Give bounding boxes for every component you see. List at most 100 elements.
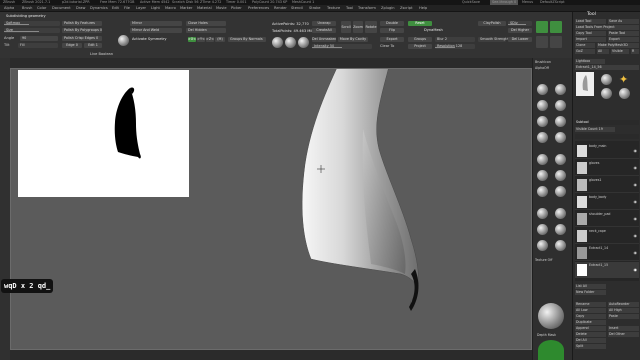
eye-icon[interactable]: ◉ [634,250,638,255]
size-slider[interactable]: Size [4,28,60,33]
polish-features-button[interactable]: Polish By Features [62,21,102,26]
menu-render[interactable]: Render [274,5,287,12]
menu-draw[interactable]: Draw [76,5,85,12]
project-button[interactable]: Project [408,44,432,49]
tool-thumb-current[interactable] [576,72,594,96]
brush-clipcurve-icon[interactable] [555,208,566,219]
export-tool-button[interactable]: Export [608,37,639,42]
all-button[interactable]: All [597,49,609,54]
symmetry-y-button[interactable]: >Y< [197,37,205,42]
brush-extra-icon[interactable] [555,240,566,251]
del-higher-button[interactable]: Del Higher [508,28,532,33]
export-button[interactable]: Export [380,37,404,42]
create-all-button[interactable]: CreateAll [312,28,336,33]
menu-movie[interactable]: Movie [216,5,227,12]
flip-button[interactable]: Flip [380,28,404,33]
r-button[interactable]: R [631,49,639,54]
dynamesh-button[interactable]: DynaMesh [424,28,443,33]
tool-thumb-sphere3d[interactable] [601,74,612,85]
brush-extra-icon[interactable] [537,224,548,235]
brush-extra-icon[interactable] [555,224,566,235]
tool-thumb-extract[interactable] [619,88,630,99]
copy-tool-button[interactable]: Copy Tool [575,31,606,36]
star-icon[interactable]: ✦ [619,74,631,86]
polish-polygroups-slider[interactable]: Polish By Polygroups 0 [62,28,102,33]
delete-button[interactable]: Delete [575,332,606,337]
double-button[interactable]: Double [380,21,404,26]
menu-brush[interactable]: Brush [22,5,32,12]
subtool-row[interactable]: body_main ◉ [575,143,639,159]
append-button[interactable]: Append [575,326,606,331]
import-button[interactable]: Import [575,37,606,42]
perspective-button[interactable] [550,21,562,33]
menu-material[interactable]: Material [197,5,212,12]
del-unmasked-button[interactable]: Del Unmasked [312,37,336,42]
menu-document[interactable]: Document [52,5,71,12]
reset-button[interactable]: Reset [408,21,432,26]
rotate-button[interactable]: Rotate [365,21,377,33]
subtool-header[interactable]: Subtool [575,120,639,125]
move-by-cavity-button[interactable]: Move By Cavity [338,37,368,42]
brush-selectrect-icon[interactable] [555,170,566,181]
resolution-slider[interactable]: Resolution 128 [435,44,475,49]
duplicate-button[interactable]: Duplicate [575,320,606,325]
del-all-button[interactable]: Del All [575,338,606,343]
live-boolean-label[interactable]: Live Boolean [90,52,113,57]
activate-symmetry-button[interactable]: Activate Symmetry [132,37,167,42]
split-button[interactable]: Split [575,344,606,349]
current-tool-name[interactable]: Extract1_14_56 [575,65,639,70]
clone-button[interactable]: Clone [575,43,595,48]
eye-icon[interactable]: ◉ [634,233,638,238]
brush-snakehook-icon[interactable] [555,132,566,143]
brush-smooth-icon[interactable] [537,154,548,165]
eye-icon[interactable]: ◉ [634,148,638,153]
all-high-button[interactable]: All High [608,308,639,313]
brush-claybuildup-icon[interactable] [537,100,548,111]
material-sphere-icon[interactable] [285,37,296,48]
menu-zscript[interactable]: Zscript [400,5,412,12]
insert-button[interactable]: Insert [608,326,639,331]
texture-label[interactable]: Texture Off [535,258,552,263]
eye-icon[interactable]: ◉ [634,182,638,187]
unwrap-button[interactable]: Unwrap [312,21,336,26]
intensity-slider[interactable]: Intensity 50 [312,44,372,49]
load-tools-from-project-button[interactable]: Load Tools From Project [575,25,639,30]
edit-slider[interactable]: Edit 1 [84,43,102,48]
angle-field[interactable]: 90 [20,36,58,41]
polish-crisp-slider[interactable]: Polish Crisp Edges 0 [62,36,102,41]
visible-button[interactable]: Visible [611,49,629,54]
paste-tool-button[interactable]: Paste Tool [608,31,639,36]
menu-file[interactable]: File [124,5,130,12]
menu-help[interactable]: Help [419,5,427,12]
frame-button[interactable] [536,21,548,33]
subtool-filter-row[interactable] [575,134,639,139]
local-button[interactable] [550,36,562,48]
floor-button[interactable] [536,36,548,48]
symmetry-x-button[interactable]: >X< [188,37,196,42]
load-tool-button[interactable]: Load Tool [575,19,606,24]
del-other-button[interactable]: Del Other [608,332,639,337]
rename-button[interactable]: Rename [575,302,606,307]
menu-preferences[interactable]: Preferences [248,5,269,12]
brush-zmodeler-icon[interactable] [555,186,566,197]
auto-reorder-button[interactable]: AutoReorder [608,302,639,307]
subtool-row[interactable]: body_body ◉ [575,194,639,210]
menu-layer[interactable]: Layer [136,5,146,12]
lightbox-tools-button[interactable]: Lightbox [575,59,605,64]
mirror-weld-button[interactable]: Mirror And Weld [130,28,182,33]
tool-thumb-simplebrush[interactable] [601,88,612,99]
brush-extra-icon[interactable] [537,240,548,251]
menu-alpha[interactable]: Alpha [4,5,14,12]
del-hidden-button[interactable]: Del Hidden [186,28,226,33]
menu-picker[interactable]: Picker [231,5,242,12]
subtool-row[interactable]: neck_cape ◉ [575,228,639,244]
copy-button[interactable]: Copy [575,314,606,319]
subtool-row[interactable]: shoulder_pad ◉ [575,211,639,227]
subtool-row[interactable]: gloves1 ◉ [575,177,639,193]
symmetry-m-button[interactable]: (M) [215,37,225,42]
menu-marker[interactable]: Marker [180,5,192,12]
menu-transform[interactable]: Transform [358,5,376,12]
brush-trimdynamic-icon[interactable] [537,132,548,143]
tool-menu-title[interactable]: Tool [587,12,596,17]
symmetry-z-button[interactable]: >Z< [206,37,214,42]
